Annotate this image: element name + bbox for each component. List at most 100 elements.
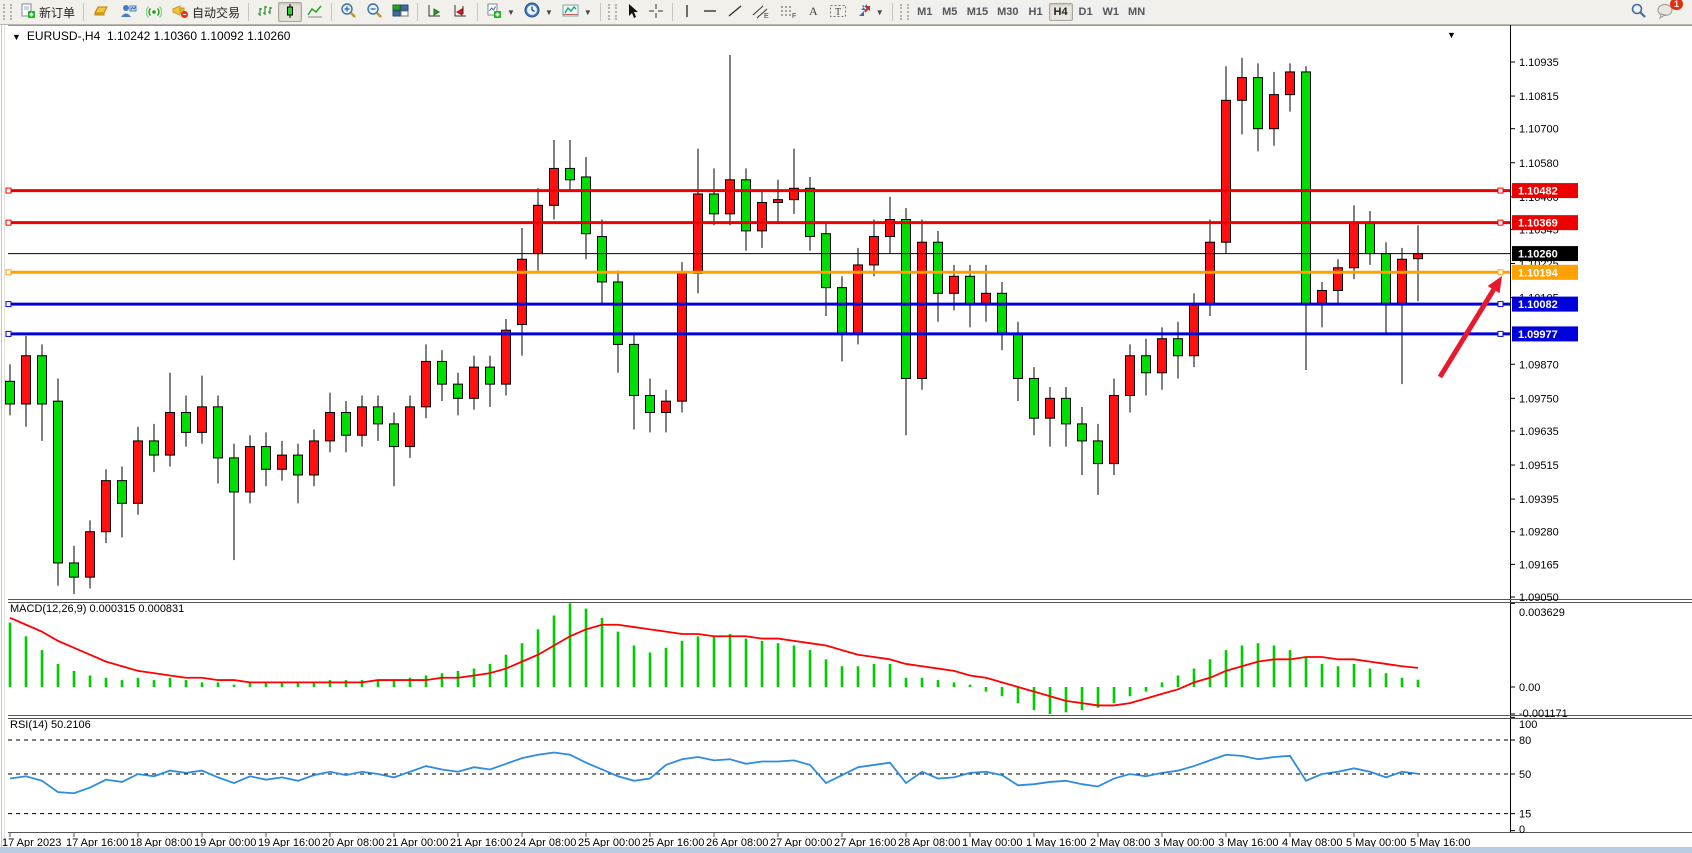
- tf-button-m5[interactable]: M5: [938, 3, 962, 21]
- horizontal-line-button[interactable]: [698, 2, 722, 22]
- tf-button-h1[interactable]: H1: [1024, 3, 1048, 21]
- signals-button[interactable]: [142, 2, 166, 22]
- signals-icon: [146, 3, 162, 22]
- toolbar-grip[interactable]: [608, 4, 617, 20]
- new-chart-button[interactable]: ▼: [482, 2, 519, 22]
- separator: [892, 3, 893, 21]
- trend-line-button[interactable]: [723, 2, 747, 22]
- new-order-button[interactable]: 新订单: [16, 2, 79, 22]
- market-watch-button[interactable]: [115, 2, 141, 22]
- text-button[interactable]: A: [802, 2, 824, 22]
- search-button[interactable]: [1626, 2, 1651, 22]
- indicators-icon: [562, 3, 580, 22]
- fibonacci-button[interactable]: F: [775, 2, 801, 22]
- arrows-tool-button[interactable]: ▼: [852, 2, 888, 22]
- auto-scroll-button[interactable]: [422, 2, 447, 22]
- arrow-annotation[interactable]: [1440, 283, 1498, 377]
- crosshair-button[interactable]: [644, 2, 668, 22]
- candle-down: [1382, 254, 1391, 305]
- candle-up: [326, 413, 335, 441]
- rsi-axis-label: 100: [1519, 719, 1537, 731]
- tf-button-m30[interactable]: M30: [993, 3, 1022, 21]
- candle-down: [182, 413, 191, 433]
- candle-up: [1222, 100, 1231, 242]
- candle-down: [70, 563, 79, 577]
- rsi-axis-label: 50: [1519, 769, 1531, 781]
- separator: [248, 3, 249, 21]
- candle-up: [1126, 356, 1135, 396]
- candle-up: [166, 413, 175, 456]
- macd-axis-label: 0.00: [1519, 682, 1540, 694]
- candle-down: [294, 455, 303, 475]
- tile-windows-button[interactable]: [388, 2, 413, 22]
- candle-up: [1286, 72, 1295, 95]
- symbol-period-label: EURUSD-,H4: [27, 29, 100, 43]
- annotations[interactable]: ▼: [1440, 30, 1502, 377]
- candles-layer: [6, 55, 1423, 594]
- new-chart-icon: [486, 3, 503, 22]
- time-axis: 17 Apr 202317 Apr 16:0018 Apr 08:0019 Ap…: [2, 833, 1471, 849]
- zoom-in-button[interactable]: [336, 2, 361, 22]
- expand-triangle-icon[interactable]: ▼: [12, 32, 21, 42]
- chart-title: ▼EURUSD-,H4 1.10242 1.10360 1.10092 1.10…: [12, 29, 290, 43]
- candle-up: [1414, 254, 1423, 259]
- candle-up: [1110, 395, 1119, 463]
- tf-button-h4[interactable]: H4: [1049, 3, 1073, 21]
- candle-up: [1158, 339, 1167, 373]
- tf-button-m1[interactable]: M1: [913, 3, 937, 21]
- zoom-out-button[interactable]: [362, 2, 387, 22]
- candle-up: [1318, 290, 1327, 304]
- hline-handle: [6, 188, 11, 193]
- chart-canvas[interactable]: 1.109351.108151.107001.105801.104601.103…: [0, 0, 1692, 853]
- candle-down: [342, 413, 351, 436]
- text-label-button[interactable]: T: [825, 2, 851, 22]
- rsi-axis-label: 15: [1519, 809, 1531, 821]
- price-badge-label: 1.10194: [1518, 267, 1559, 279]
- macd-panel: 0.0036290.00-0.001171: [10, 603, 1568, 720]
- tf-button-d1[interactable]: D1: [1074, 3, 1098, 21]
- price-tick-label: 1.09515: [1519, 460, 1559, 472]
- chart-shift-button[interactable]: [448, 2, 473, 22]
- price-tick-label: 1.09165: [1519, 559, 1559, 571]
- periods-button[interactable]: ▼: [520, 2, 557, 22]
- chevron-down-icon: ▼: [507, 8, 515, 17]
- equidistant-channel-button[interactable]: E: [748, 2, 774, 22]
- vertical-line-button[interactable]: [677, 2, 697, 22]
- equidistant-channel-icon: E: [752, 3, 770, 22]
- candle-down: [1014, 333, 1023, 378]
- auto-scroll-icon: [426, 3, 443, 22]
- cursor-button[interactable]: [621, 2, 643, 22]
- candle-up: [86, 532, 95, 577]
- candle-up: [502, 330, 511, 384]
- indicators-button[interactable]: ▼: [558, 2, 596, 22]
- autotrade-button[interactable]: 自动交易: [167, 2, 244, 22]
- candle-up: [726, 180, 735, 214]
- line-chart-button[interactable]: [303, 2, 327, 22]
- candle-up: [310, 441, 319, 475]
- chart-frame: [2, 24, 1692, 853]
- tf-button-m15[interactable]: M15: [963, 3, 992, 21]
- tf-button-w1[interactable]: W1: [1099, 3, 1124, 21]
- rsi-axis-label: 0: [1519, 824, 1525, 836]
- tf-button-mn[interactable]: MN: [1124, 3, 1149, 21]
- svg-text:E: E: [764, 13, 769, 19]
- svg-text:A: A: [809, 4, 818, 18]
- candle-down: [118, 481, 127, 504]
- candlestick-chart-button[interactable]: [278, 2, 302, 22]
- price-axis: 1.109351.108151.107001.105801.104601.103…: [1510, 57, 1578, 604]
- candle-up: [774, 200, 783, 203]
- price-badge-label: 1.10260: [1518, 249, 1558, 261]
- toolbar-grip[interactable]: [3, 4, 12, 20]
- separator: [600, 3, 601, 21]
- price-tick-label: 1.10700: [1519, 124, 1559, 136]
- metaquotes-button[interactable]: [88, 2, 114, 22]
- hline-handle: [6, 220, 11, 225]
- svg-text:F: F: [792, 13, 796, 19]
- price-badge-label: 1.09977: [1518, 329, 1558, 341]
- chart-shift-icon: [452, 3, 469, 22]
- bar-chart-button[interactable]: [253, 2, 277, 22]
- candlestick-chart-icon: [282, 3, 298, 22]
- market-watch-icon: [119, 3, 137, 22]
- toolbar-grip[interactable]: [900, 4, 909, 20]
- candle-up: [662, 401, 671, 412]
